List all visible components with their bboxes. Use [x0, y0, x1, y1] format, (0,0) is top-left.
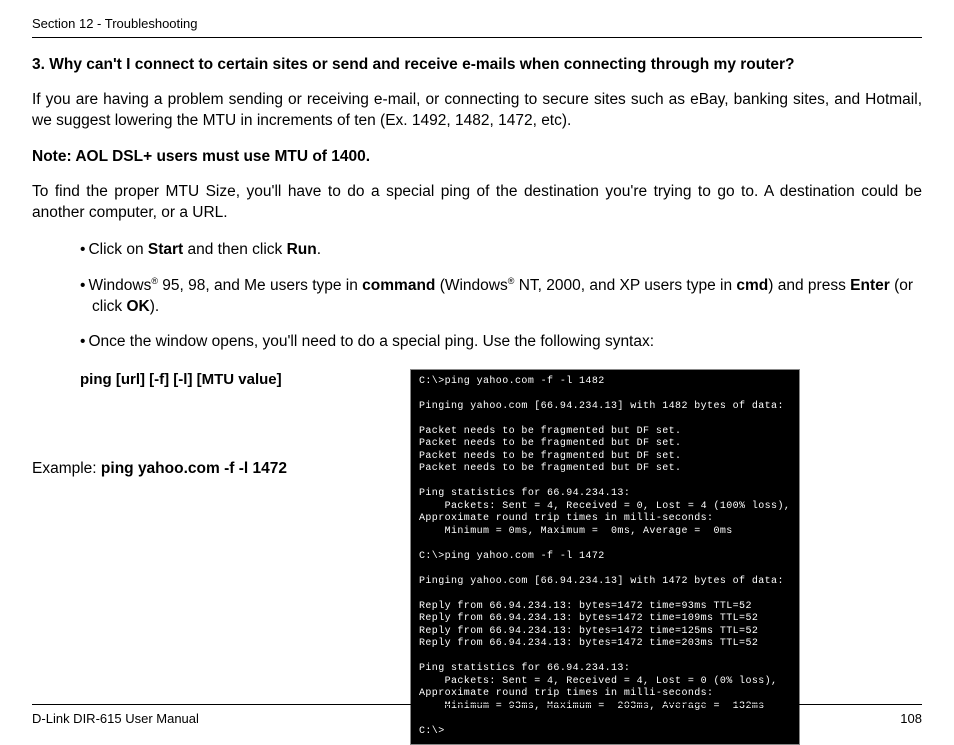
section-title: Section 12 - Troubleshooting	[32, 16, 198, 31]
bullet-3: •Once the window opens, you'll need to d…	[80, 332, 922, 353]
question-title: 3. Why can't I connect to certain sites …	[32, 56, 922, 74]
bullet-1: •Click on Start and then click Run.	[80, 240, 922, 261]
text: 95, 98, and Me users type in	[158, 277, 362, 294]
example-command: ping yahoo.com -f -l 1472	[101, 460, 287, 477]
text: Once the window opens, you'll need to do…	[88, 333, 654, 350]
paragraph-2: To find the proper MTU Size, you'll have…	[32, 182, 922, 224]
command-label: command	[362, 277, 435, 294]
paragraph-1: If you are having a problem sending or r…	[32, 90, 922, 132]
terminal-screenshot: C:\>ping yahoo.com -f -l 1482 Pinging ya…	[410, 369, 800, 745]
enter-label: Enter	[850, 277, 890, 294]
ping-syntax: ping [url] [-f] [-l] [MTU value]	[80, 371, 410, 388]
text: Windows	[88, 277, 151, 294]
section-header: Section 12 - Troubleshooting	[32, 16, 922, 38]
text: .	[317, 241, 321, 258]
left-column: ping [url] [-f] [-l] [MTU value] Example…	[80, 369, 410, 478]
ok-label: OK	[126, 298, 149, 315]
start-label: Start	[148, 241, 183, 258]
text: Click on	[88, 241, 147, 258]
page-number: 108	[900, 711, 922, 726]
text: ) and press	[768, 277, 850, 294]
text: (Windows	[435, 277, 507, 294]
text: NT, 2000, and XP users type in	[514, 277, 736, 294]
text: ).	[150, 298, 159, 315]
bullet-2: •Windows® 95, 98, and Me users type in c…	[80, 275, 922, 318]
ping-example: Example: ping yahoo.com -f -l 1472	[32, 460, 410, 478]
example-label: Example:	[32, 460, 101, 477]
note-line: Note: AOL DSL+ users must use MTU of 140…	[32, 148, 922, 166]
registered-icon: ®	[151, 276, 158, 286]
syntax-example-row: ping [url] [-f] [-l] [MTU value] Example…	[80, 369, 922, 745]
manual-title: D-Link DIR-615 User Manual	[32, 711, 199, 726]
run-label: Run	[287, 241, 317, 258]
page-footer: D-Link DIR-615 User Manual 108	[32, 704, 922, 726]
text: and then click	[183, 241, 286, 258]
bullet-list: •Click on Start and then click Run. •Win…	[80, 240, 922, 353]
cmd-label: cmd	[736, 277, 768, 294]
